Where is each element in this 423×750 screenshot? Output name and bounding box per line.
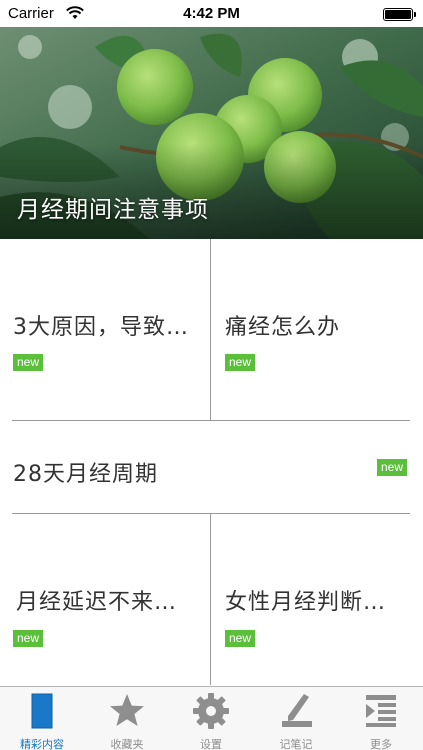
article-title: 痛经怎么办 [225,315,341,340]
new-badge: new [13,354,43,371]
star-icon [110,694,144,726]
tab-label: 精彩内容 [20,738,64,750]
gear-icon [193,693,229,729]
tab-label: 记笔记 [279,738,313,750]
tab-label: 设置 [200,738,222,750]
tab-label: 更多 [370,738,392,750]
tab-label: 收藏夹 [110,738,144,750]
article-title: 月经延迟不来… [16,590,178,615]
article-title: 3大原因，导致… [13,315,189,340]
hero-title: 月经期间注意事项 [17,197,209,223]
article-card[interactable]: 痛经怎么办 new [211,239,423,420]
article-title: 女性月经判断… [225,590,387,615]
tab-featured[interactable]: 精彩内容 [0,687,84,750]
new-badge: new [225,630,255,647]
more-list-icon [366,695,396,727]
article-card[interactable]: 28天月经周期 new [0,421,423,513]
document-icon [31,693,53,729]
new-badge: new [13,630,43,647]
battery-icon [383,8,416,21]
pen-icon [282,694,312,727]
tab-settings[interactable]: 设置 [169,687,253,750]
article-title: 28天月经周期 [13,462,158,487]
tab-notes[interactable]: 记笔记 [254,687,338,750]
hero-banner[interactable]: 月经期间注意事项 [0,27,423,239]
tab-favorites[interactable]: 收藏夹 [85,687,169,750]
new-badge: new [377,459,407,476]
status-bar: Carrier 4:42 PM [0,0,423,27]
new-badge: new [225,354,255,371]
tab-more[interactable]: 更多 [339,687,423,750]
article-card[interactable]: 女性月经判断… new [211,514,423,685]
tab-bar: 精彩内容 收藏夹 设置 记笔记 更多 [0,686,423,750]
article-card[interactable]: 月经延迟不来… new [0,514,210,685]
article-card[interactable]: 3大原因，导致… new [0,239,210,420]
clock: 4:42 PM [183,5,240,22]
